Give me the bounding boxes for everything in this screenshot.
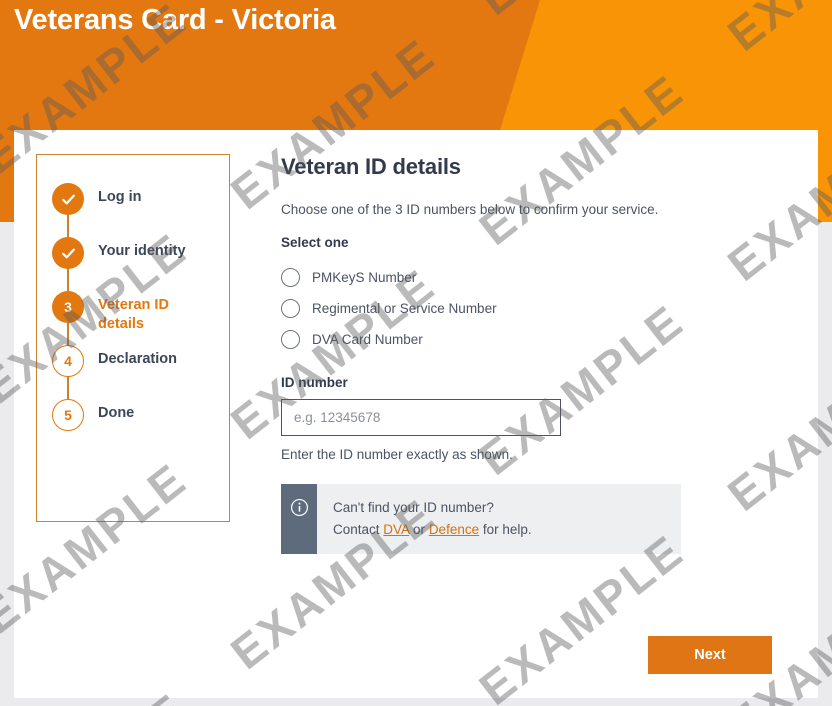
sidebar-item-declaration[interactable]: 4 Declaration	[52, 345, 222, 415]
step-label-1: Log in	[98, 189, 142, 205]
left-accent-rail	[0, 130, 14, 222]
callout-contact-prefix: Contact	[333, 521, 384, 537]
step-label-2: Your identity	[98, 243, 186, 259]
radio-option-regimental[interactable]: Regimental or Service Number	[281, 293, 761, 324]
page-header: Veterans Card - Victoria	[0, 0, 832, 130]
main-form: Veteran ID details Choose one of the 3 I…	[281, 154, 761, 555]
step-marker-2	[52, 237, 84, 269]
dva-link[interactable]: DVA	[383, 522, 409, 537]
step-marker-3: 3	[52, 291, 84, 323]
callout-question: Can't find your ID number?	[333, 500, 494, 515]
callout-icon-block	[281, 484, 317, 555]
sidebar-item-done[interactable]: 5 Done	[52, 399, 222, 433]
next-button[interactable]: Next	[648, 636, 772, 674]
help-callout: Can't find your ID number? Contact DVA o…	[281, 484, 681, 555]
radio-label-pmkeys: PMKeyS Number	[312, 270, 417, 285]
callout-contact-middle: or	[409, 521, 429, 537]
step-marker-5: 5	[52, 399, 84, 431]
id-number-hint: Enter the ID number exactly as shown.	[281, 447, 513, 462]
form-intro-text: Choose one of the 3 ID numbers below to …	[281, 202, 659, 217]
radio-option-pmkeys[interactable]: PMKeyS Number	[281, 262, 761, 293]
info-icon	[290, 498, 308, 517]
radio-option-dva-card[interactable]: DVA Card Number	[281, 324, 761, 355]
select-one-label: Select one	[281, 235, 349, 250]
sidebar-item-log-in[interactable]: Log in	[52, 183, 222, 253]
check-icon	[61, 194, 75, 204]
right-accent-rail	[818, 130, 832, 222]
step-label-4: Declaration	[98, 351, 177, 367]
radio-button-icon[interactable]	[281, 330, 300, 349]
content-card: Log in Your identity 3 Veteran ID detail…	[14, 130, 818, 698]
step-marker-1	[52, 183, 84, 215]
sidebar-item-your-identity[interactable]: Your identity	[52, 237, 222, 307]
callout-contact-line: Contact DVA or Defence for help.	[333, 519, 532, 541]
id-number-label: ID number	[281, 375, 348, 390]
callout-contact-suffix: for help.	[479, 521, 532, 537]
sidebar-item-veteran-id-details[interactable]: 3 Veteran ID details	[52, 291, 222, 361]
id-type-radio-group: PMKeyS Number Regimental or Service Numb…	[281, 262, 761, 355]
radio-button-icon[interactable]	[281, 299, 300, 318]
step-label-5: Done	[98, 405, 135, 421]
id-number-input[interactable]	[281, 399, 561, 436]
step-label-3: Veteran ID details	[98, 297, 169, 333]
check-icon	[61, 248, 75, 258]
page-title: Veterans Card - Victoria	[14, 4, 336, 36]
radio-label-regimental: Regimental or Service Number	[312, 301, 497, 316]
radio-label-dva-card: DVA Card Number	[312, 332, 423, 347]
defence-link[interactable]: Defence	[429, 522, 479, 537]
page-root: Veterans Card - Victoria Log in Your ide…	[0, 0, 832, 706]
callout-text: Can't find your ID number? Contact DVA o…	[317, 484, 546, 554]
form-heading: Veteran ID details	[281, 154, 461, 179]
step-marker-4: 4	[52, 345, 84, 377]
progress-stepper: Log in Your identity 3 Veteran ID detail…	[36, 154, 230, 522]
radio-button-icon[interactable]	[281, 268, 300, 287]
stepper-list: Log in Your identity 3 Veteran ID detail…	[52, 183, 222, 433]
